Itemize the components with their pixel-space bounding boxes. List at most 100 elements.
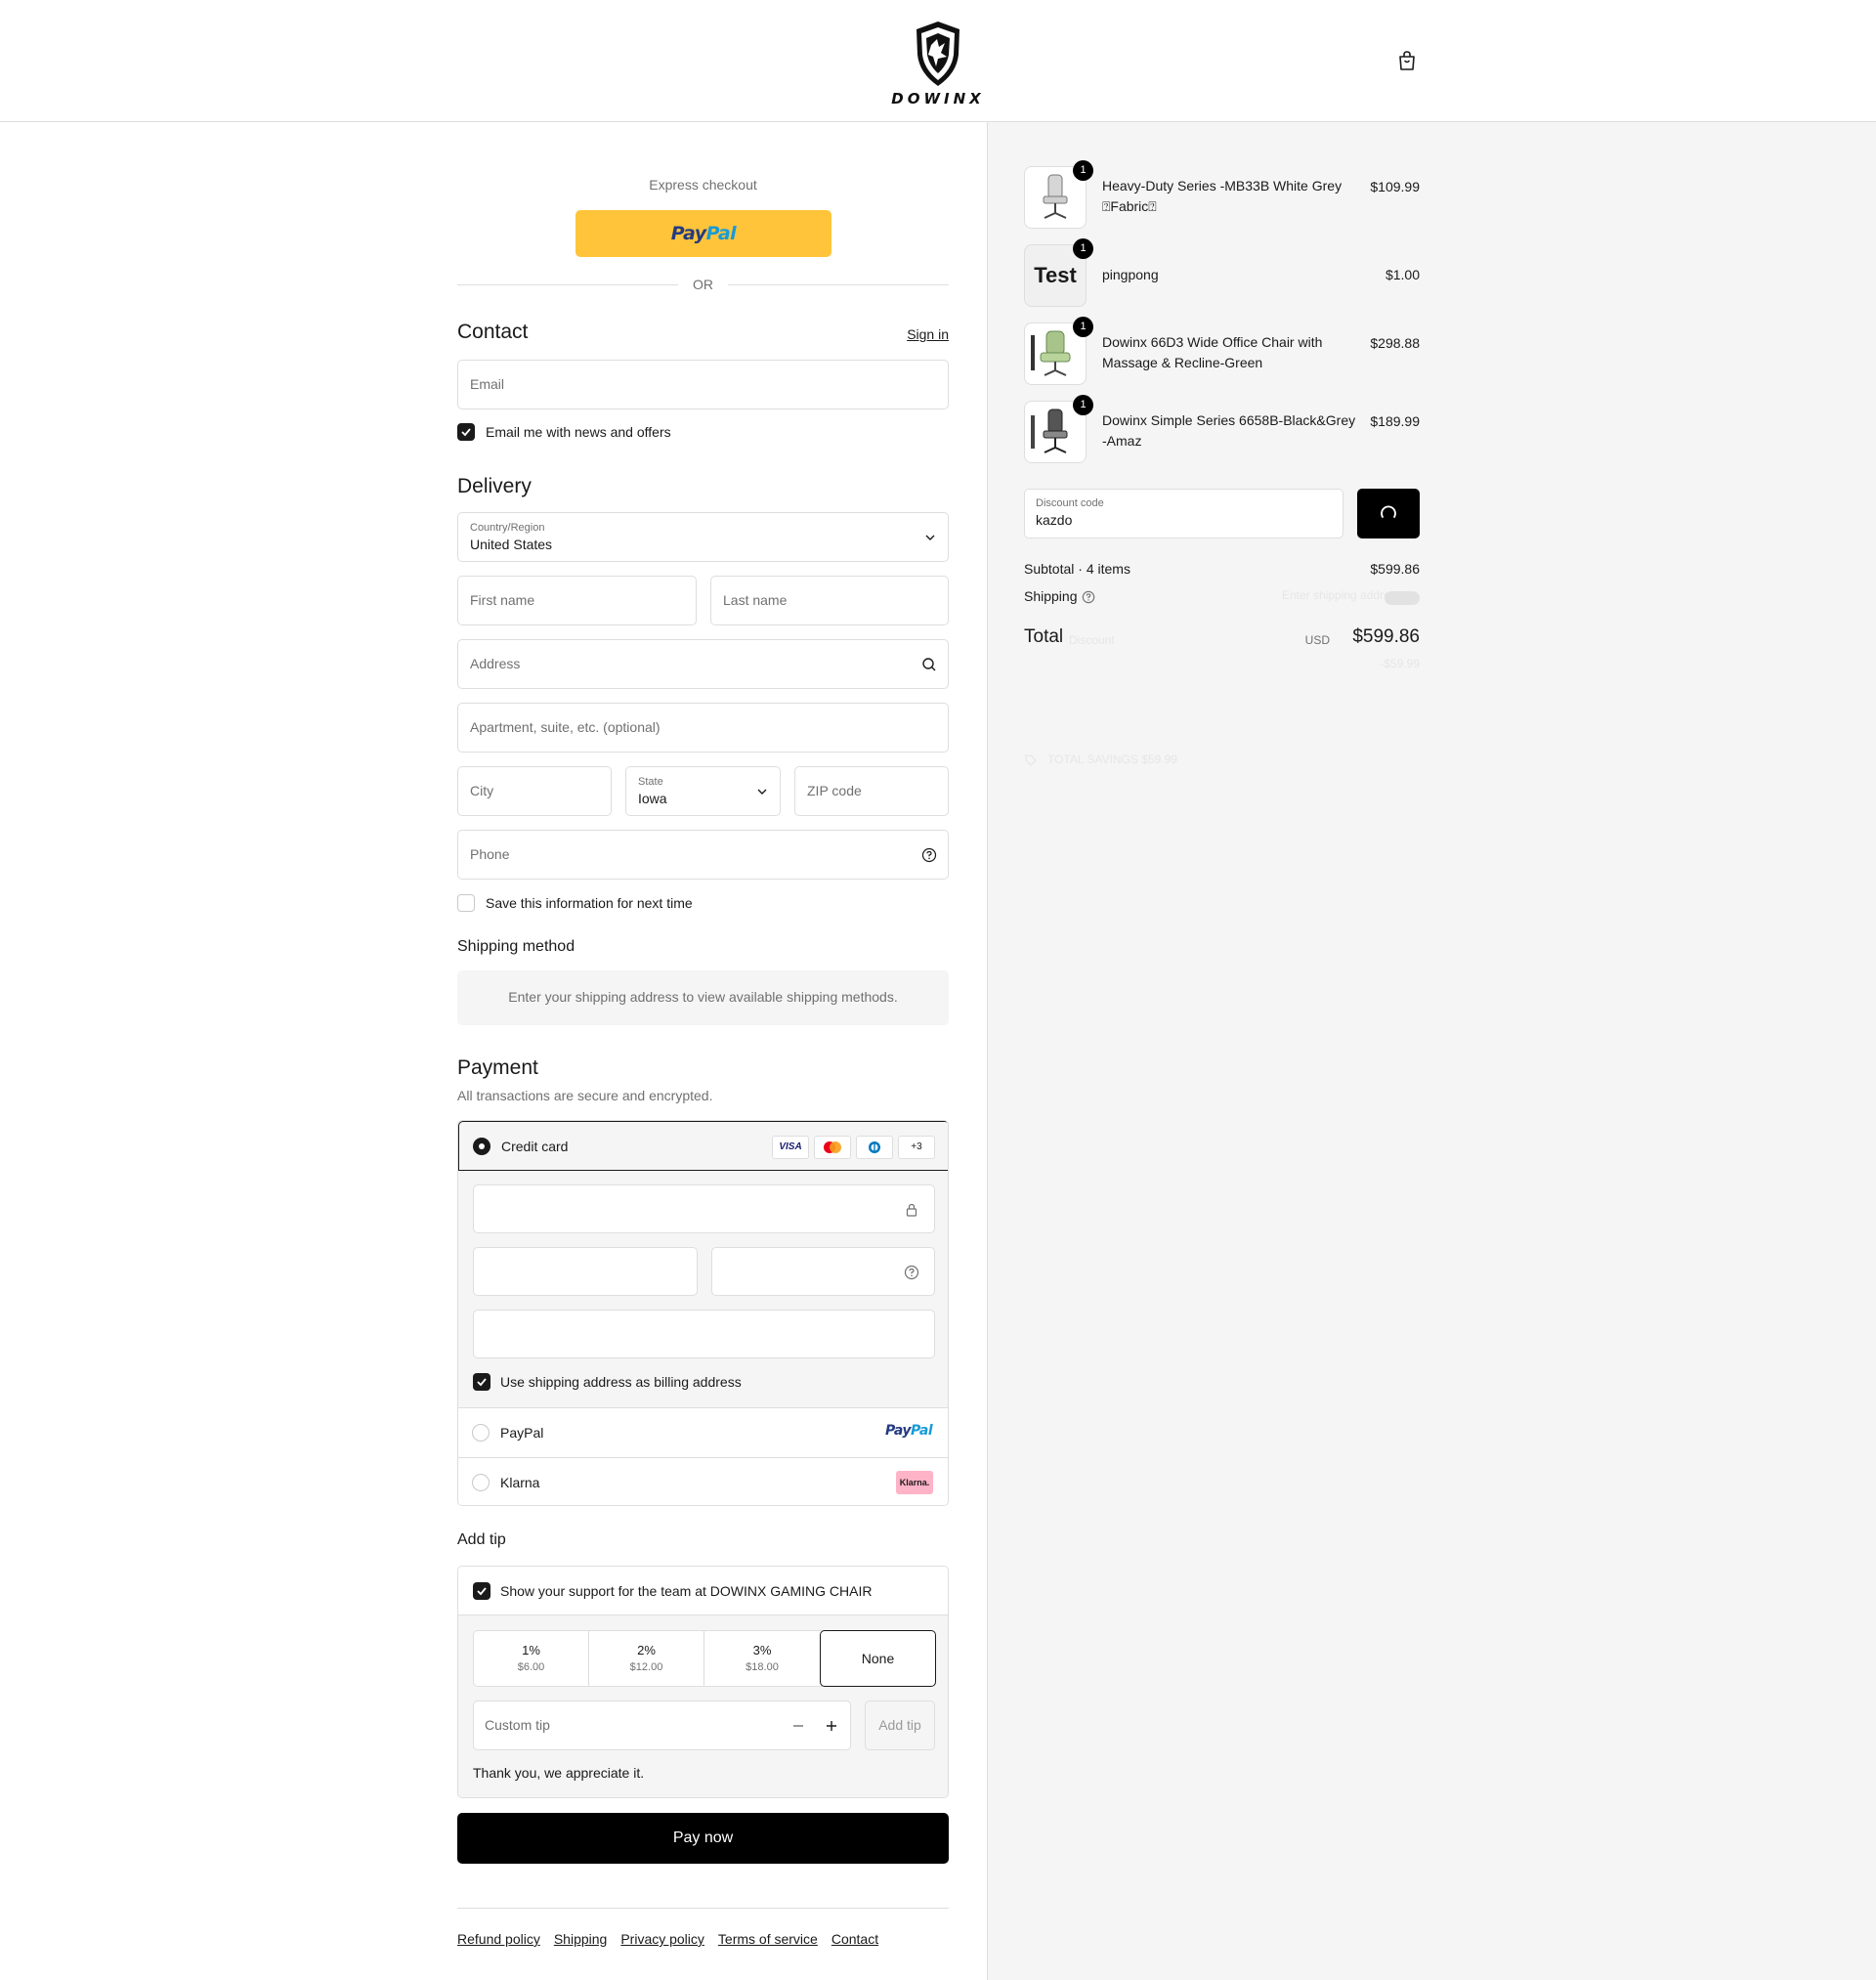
terms-of-service-link[interactable]: Terms of service [718,1931,818,1947]
country-label: Country/Region [470,522,545,534]
pay-now-button[interactable]: Pay now [457,1813,949,1864]
last-name-placeholder: Last name [723,592,788,608]
address-placeholder: Address [470,656,521,671]
paypal-option[interactable]: PayPal PayPal [458,1407,948,1457]
card-expiry-field[interactable] [473,1247,698,1296]
tip-option-none[interactable]: None [820,1630,936,1687]
shipping-policy-link[interactable]: Shipping [554,1931,608,1947]
diners-club-icon [856,1136,893,1159]
payment-methods: Credit card VISA +3 Use shipping address… [457,1120,949,1506]
first-name-field[interactable]: First name [457,576,697,625]
card-cvv-field[interactable] [711,1247,935,1296]
email-placeholder: Email [470,376,505,392]
help-circle-icon[interactable] [921,847,937,863]
total-row: Total Discount USD $599.86 [1024,625,1420,655]
brand-wordmark: DOWINX [891,90,985,108]
email-field[interactable]: Email [457,360,949,409]
item-name: Heavy-Duty Series -MB33B White Grey ⍰Fab… [1102,178,1343,214]
news-label: Email me with news and offers [486,424,671,440]
quantity-badge: 1 [1073,395,1093,415]
shipping-row: Shipping Enter shipping address [1024,588,1420,608]
paypal-express-button[interactable]: PayPal [576,210,831,257]
line-item: Test 1 pingpong $1.00 [1024,238,1420,307]
custom-tip-placeholder: Custom tip [485,1717,550,1733]
item-name: Dowinx 66D3 Wide Office Chair with Massa… [1102,334,1323,370]
quantity-badge: 1 [1073,160,1093,181]
faded-discount-value: -$59.99 [1380,657,1420,670]
help-circle-icon[interactable] [1082,590,1095,604]
item-price: $189.99 [1370,413,1420,429]
shield-crest-icon [917,22,959,86]
shipping-loading-bar [1385,591,1420,605]
country-select[interactable]: Country/Region United States [457,512,949,562]
discount-code-field[interactable]: Discount code kazdo [1024,489,1343,538]
save-info-label: Save this information for next time [486,895,693,911]
or-label: OR [693,277,713,292]
chevron-down-icon [925,535,935,540]
card-number-field[interactable] [473,1184,935,1233]
check-icon [461,428,471,437]
quantity-badge: 1 [1073,238,1093,259]
faded-discount-label: Discount [1069,633,1115,647]
or-divider: OR [457,275,949,294]
apartment-field[interactable]: Apartment, suite, etc. (optional) [457,703,949,753]
search-icon [922,658,936,671]
news-checkbox[interactable] [457,423,475,441]
klarna-radio[interactable] [472,1474,490,1491]
zip-field[interactable]: ZIP code [794,766,949,816]
sign-in-link[interactable]: Sign in [907,326,949,342]
item-name: Dowinx Simple Series 6658B-Black&Grey -A… [1102,412,1356,449]
privacy-policy-link[interactable]: Privacy policy [620,1931,704,1947]
total-label: Total [1024,626,1064,647]
chevron-down-icon [757,789,767,795]
klarna-option[interactable]: Klarna Klarna. [458,1457,948,1505]
last-name-field[interactable]: Last name [710,576,949,625]
state-select[interactable]: State Iowa [625,766,781,816]
add-tip-button[interactable]: Add tip [865,1700,935,1750]
visa-icon: VISA [772,1136,809,1159]
state-label: State [638,776,663,788]
total-savings-label: TOTAL SAVINGS $59.99 [1047,753,1177,766]
item-price: $298.88 [1370,335,1420,351]
billing-same-checkbox[interactable] [473,1373,490,1391]
billing-same-label: Use shipping address as billing address [500,1374,742,1390]
more-cards-badge: +3 [898,1136,935,1159]
line-item: 1 Heavy-Duty Series -MB33B White Grey ⍰F… [1024,160,1420,229]
refund-policy-link[interactable]: Refund policy [457,1931,540,1947]
tip-option-2[interactable]: 2% $12.00 [589,1631,704,1686]
cart-button[interactable] [1395,49,1419,72]
lock-icon [906,1203,917,1217]
card-name-field[interactable] [473,1310,935,1358]
payment-title: Payment [457,1056,538,1079]
city-placeholder: City [470,783,494,798]
site-header: DOWINX [0,0,1876,122]
tag-icon [1025,754,1037,766]
tip-option-amount: $18.00 [746,1661,779,1673]
plus-icon[interactable] [825,1719,838,1733]
paypal-radio[interactable] [472,1424,490,1442]
phone-placeholder: Phone [470,846,510,862]
help-circle-icon[interactable] [904,1265,919,1280]
city-field[interactable]: City [457,766,612,816]
paypal-logo: PayPal [670,223,737,244]
save-info-checkbox[interactable] [457,894,475,912]
tip-support-checkbox[interactable] [473,1582,490,1600]
minus-icon[interactable] [791,1719,805,1733]
klarna-label: Klarna [500,1475,540,1490]
phone-field[interactable]: Phone [457,830,949,880]
custom-tip-field[interactable]: Custom tip [473,1700,851,1750]
contact-link[interactable]: Contact [831,1931,878,1947]
credit-card-radio[interactable] [473,1138,490,1155]
delivery-title: Delivery [457,475,532,497]
footer-links: Refund policy Shipping Privacy policy Terms… [457,1931,892,1947]
first-name-placeholder: First name [470,592,535,608]
brand-logo[interactable]: DOWINX [887,18,989,108]
credit-card-option[interactable]: Credit card VISA +3 [458,1121,948,1171]
address-field[interactable]: Address [457,639,949,689]
tip-option-1[interactable]: 1% $6.00 [474,1631,589,1686]
line-item: 1 Dowinx 66D3 Wide Office Chair with Mas… [1024,317,1420,385]
shopping-bag-icon [1399,51,1415,70]
footer-divider [457,1908,949,1909]
apply-discount-button[interactable] [1357,489,1420,538]
tip-option-3[interactable]: 3% $18.00 [704,1631,820,1686]
